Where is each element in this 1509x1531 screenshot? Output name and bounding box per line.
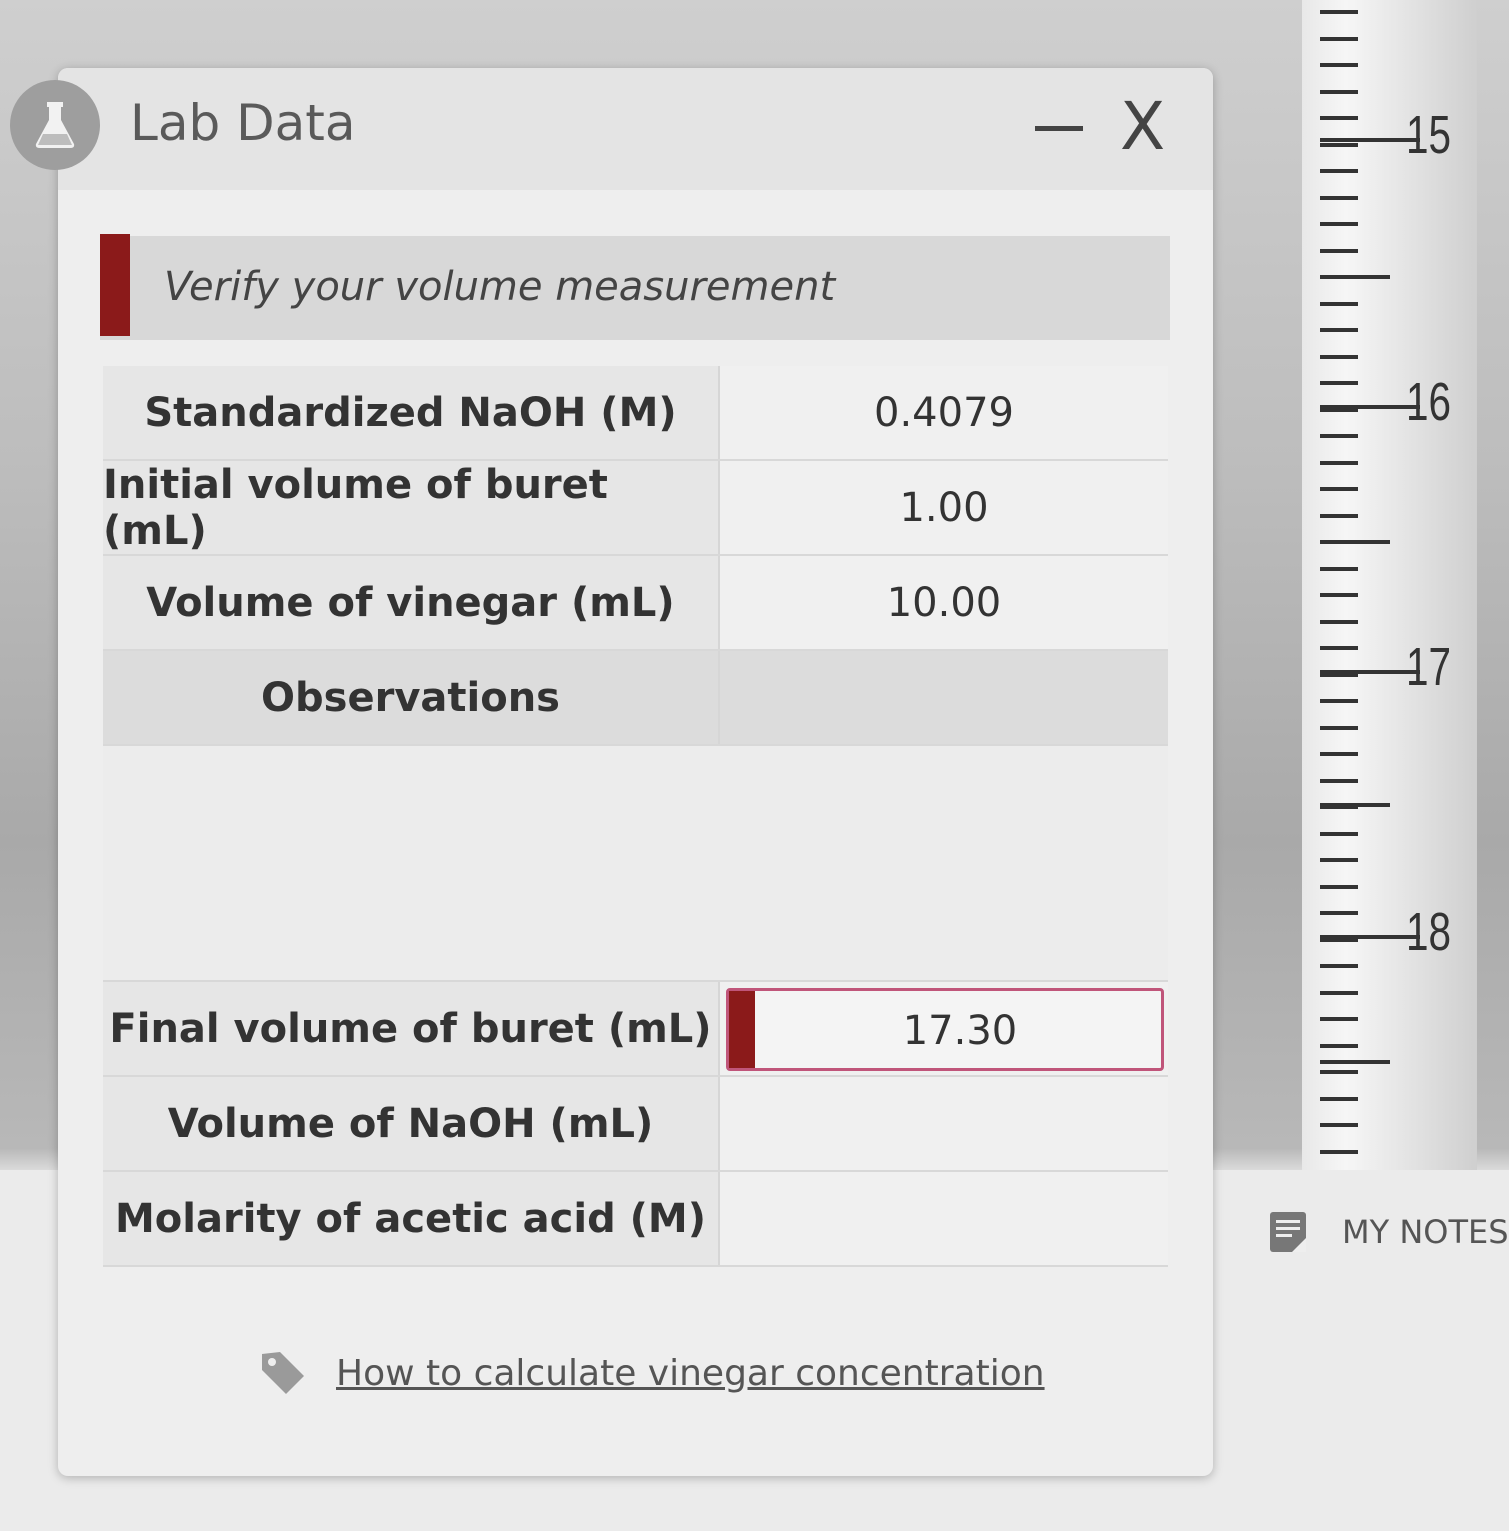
final-volume-row: Final volume of buret (mL) <box>103 982 1168 1077</box>
tag-icon <box>262 1352 304 1394</box>
row-value: 1.00 <box>720 461 1168 554</box>
buret-minor-tick <box>1320 328 1358 332</box>
vinegar-concentration-link[interactable]: How to calculate vinegar concentration <box>336 1353 1045 1394</box>
buret-minor-tick <box>1320 249 1358 253</box>
verify-alert: Verify your volume measurement <box>100 234 1170 340</box>
buret-half-tick <box>1320 1060 1390 1064</box>
alert-accent-bar <box>100 234 130 336</box>
alert-message: Verify your volume measurement <box>164 264 836 310</box>
buret-minor-tick <box>1320 832 1358 836</box>
buret-major-tick <box>1320 935 1420 939</box>
table-row: Volume of vinegar (mL) 10.00 <box>103 556 1168 651</box>
row-value: 0.4079 <box>720 366 1168 459</box>
table-row: Standardized NaOH (M) 0.4079 <box>103 366 1168 461</box>
buret-minor-tick <box>1320 302 1358 306</box>
my-notes-label: MY NOTES <box>1342 1213 1509 1251</box>
buret-half-tick <box>1320 803 1390 807</box>
buret-major-tick <box>1320 670 1420 674</box>
buret-scale-label: 16 <box>1406 372 1452 432</box>
naoh-volume-value[interactable] <box>720 1077 1168 1170</box>
molarity-value[interactable] <box>720 1172 1168 1265</box>
final-volume-input-box <box>726 988 1164 1071</box>
buret-minor-tick <box>1320 991 1358 995</box>
final-volume-cell <box>720 982 1168 1075</box>
minimize-button[interactable] <box>1033 98 1085 158</box>
buret-minor-tick <box>1320 1044 1358 1048</box>
buret-major-tick <box>1320 138 1420 142</box>
row-label: Volume of vinegar (mL) <box>103 556 720 649</box>
buret-minor-tick <box>1320 63 1358 67</box>
panel-header: Lab Data X <box>10 68 1213 190</box>
flask-icon-badge <box>10 80 100 170</box>
buret-minor-tick <box>1320 620 1358 624</box>
buret-minor-tick <box>1320 699 1358 703</box>
buret-minor-tick <box>1320 487 1358 491</box>
buret-minor-tick <box>1320 1150 1358 1154</box>
buret-minor-tick <box>1320 752 1358 756</box>
notes-icon <box>1270 1212 1306 1252</box>
observations-area[interactable] <box>103 746 1168 982</box>
buret-scale-label: 15 <box>1406 105 1452 165</box>
final-volume-label: Final volume of buret (mL) <box>103 982 720 1075</box>
buret-minor-tick <box>1320 434 1358 438</box>
molarity-label: Molarity of acetic acid (M) <box>103 1172 720 1265</box>
buret-minor-tick <box>1320 964 1358 968</box>
buret-minor-tick <box>1320 10 1358 14</box>
buret-half-tick <box>1320 275 1390 279</box>
buret-minor-tick <box>1320 1070 1358 1074</box>
buret-minor-tick <box>1320 461 1358 465</box>
buret-minor-tick <box>1320 1017 1358 1021</box>
buret-minor-tick <box>1320 567 1358 571</box>
lab-data-table: Standardized NaOH (M) 0.4079 Initial vol… <box>103 366 1168 1267</box>
buret-minor-tick <box>1320 116 1358 120</box>
buret-minor-tick <box>1320 646 1358 650</box>
buret-scale-label: 17 <box>1406 637 1452 697</box>
buret-major-tick <box>1320 405 1420 409</box>
close-button[interactable]: X <box>1120 92 1165 162</box>
buret-minor-tick <box>1320 37 1358 41</box>
input-error-marker <box>729 991 755 1068</box>
naoh-volume-label: Volume of NaOH (mL) <box>103 1077 720 1170</box>
panel-title: Lab Data <box>130 94 356 152</box>
observations-label: Observations <box>103 651 720 744</box>
row-label: Initial volume of buret (mL) <box>103 461 720 554</box>
buret-scale-label: 18 <box>1406 902 1452 962</box>
buret-minor-tick <box>1320 90 1358 94</box>
buret-minor-tick <box>1320 196 1358 200</box>
row-value: 10.00 <box>720 556 1168 649</box>
buret-minor-tick <box>1320 911 1358 915</box>
buret-minor-tick <box>1320 885 1358 889</box>
buret-minor-tick <box>1320 1097 1358 1101</box>
row-label: Standardized NaOH (M) <box>103 366 720 459</box>
lab-data-panel: Lab Data X Verify your volume measuremen… <box>10 68 1213 1476</box>
flask-icon <box>35 102 75 148</box>
buret-minor-tick <box>1320 779 1358 783</box>
molarity-row: Molarity of acetic acid (M) <box>103 1172 1168 1267</box>
buret-minor-tick <box>1320 593 1358 597</box>
final-volume-input[interactable] <box>759 991 1161 1070</box>
naoh-volume-row: Volume of NaOH (mL) <box>103 1077 1168 1172</box>
buret-minor-tick <box>1320 169 1358 173</box>
buret-minor-tick <box>1320 514 1358 518</box>
observations-header-row: Observations <box>103 651 1168 746</box>
buret-half-tick <box>1320 540 1390 544</box>
buret-minor-tick <box>1320 355 1358 359</box>
buret-minor-tick <box>1320 143 1358 147</box>
buret-minor-tick <box>1320 858 1358 862</box>
my-notes-button[interactable]: MY NOTES <box>1268 1210 1509 1254</box>
buret-minor-tick <box>1320 381 1358 385</box>
buret-scale: 15 16 17 18 <box>1302 0 1477 1170</box>
buret-minor-tick <box>1320 726 1358 730</box>
help-link-row: How to calculate vinegar concentration <box>258 1348 1045 1398</box>
observations-header-spacer <box>720 651 1168 744</box>
buret-minor-tick <box>1320 1123 1358 1127</box>
table-row: Initial volume of buret (mL) 1.00 <box>103 461 1168 556</box>
buret-minor-tick <box>1320 222 1358 226</box>
